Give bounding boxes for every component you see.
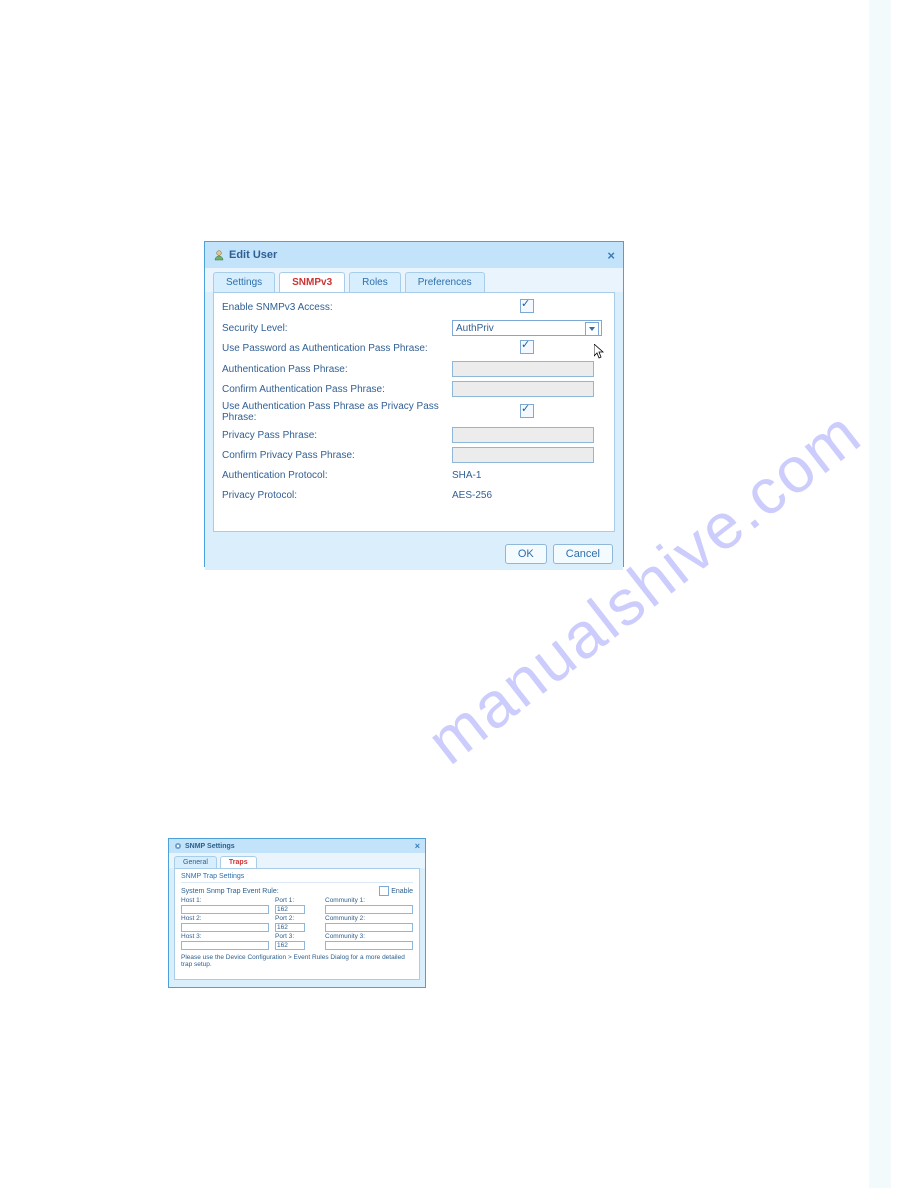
use-auth-as-privacy-label: Use Authentication Pass Phrase as Privac… — [222, 401, 452, 423]
trap-hosts-grid: Host 1: Port 1: Community 1: Host 2: Por… — [181, 897, 413, 950]
tab-snmpv3[interactable]: SNMPv3 — [279, 272, 345, 292]
close-icon[interactable]: × — [415, 841, 420, 851]
close-icon[interactable]: × — [607, 248, 615, 263]
auth-pass-phrase-input[interactable] — [452, 361, 594, 377]
auth-pass-phrase-label: Authentication Pass Phrase: — [222, 364, 452, 375]
system-trap-rule-label: System Snmp Trap Event Rule: — [181, 888, 379, 895]
tab-preferences[interactable]: Preferences — [405, 272, 485, 292]
form-panel: Enable SNMPv3 Access: Security Level: Au… — [213, 292, 615, 532]
confirm-auth-pass-phrase-label: Confirm Authentication Pass Phrase: — [222, 384, 452, 395]
community1-input[interactable] — [325, 905, 413, 914]
community2-input[interactable] — [325, 923, 413, 932]
tab-traps[interactable]: Traps — [220, 856, 257, 868]
host1-label: Host 1: — [181, 897, 269, 904]
port2-label: Port 2: — [275, 915, 319, 922]
host3-input[interactable] — [181, 941, 269, 950]
community3-label: Community 3: — [325, 933, 413, 940]
enable-label: Enable — [391, 888, 413, 895]
chevron-down-icon[interactable] — [585, 322, 599, 336]
community3-input[interactable] — [325, 941, 413, 950]
tab-settings[interactable]: Settings — [213, 272, 275, 292]
cancel-button[interactable]: Cancel — [553, 544, 613, 564]
snmp-dialog-titlebar[interactable]: SNMP Settings × — [169, 839, 425, 853]
ok-button[interactable]: OK — [505, 544, 547, 564]
security-level-select[interactable]: AuthPriv — [452, 320, 602, 336]
auth-protocol-value: SHA-1 — [452, 470, 481, 481]
security-level-label: Security Level: — [222, 323, 452, 334]
confirm-auth-pass-phrase-input[interactable] — [452, 381, 594, 397]
snmp-tab-strip: General Traps — [169, 853, 425, 868]
privacy-pass-phrase-input[interactable] — [452, 427, 594, 443]
enable-trap-checkbox[interactable] — [379, 886, 389, 896]
snmp-dialog-title: SNMP Settings — [185, 843, 235, 850]
security-level-value: AuthPriv — [456, 323, 494, 334]
page-margin — [869, 0, 891, 1188]
confirm-privacy-pass-phrase-label: Confirm Privacy Pass Phrase: — [222, 450, 452, 461]
enable-snmpv3-label: Enable SNMPv3 Access: — [222, 302, 452, 313]
trap-setup-hint: Please use the Device Configuration > Ev… — [181, 954, 413, 968]
dialog-footer: OK Cancel — [205, 538, 623, 570]
use-auth-as-privacy-checkbox[interactable] — [520, 404, 534, 418]
privacy-pass-phrase-label: Privacy Pass Phrase: — [222, 430, 452, 441]
port3-input[interactable] — [275, 941, 305, 950]
enable-snmpv3-checkbox[interactable] — [520, 299, 534, 313]
port1-input[interactable] — [275, 905, 305, 914]
privacy-protocol-label: Privacy Protocol: — [222, 490, 452, 501]
port1-label: Port 1: — [275, 897, 319, 904]
user-icon — [213, 249, 225, 261]
snmp-trap-panel-title: SNMP Trap Settings — [181, 873, 413, 883]
gear-icon — [174, 842, 182, 850]
snmp-settings-dialog: SNMP Settings × General Traps SNMP Trap … — [168, 838, 426, 988]
tab-general[interactable]: General — [174, 856, 217, 868]
tab-strip: Settings SNMPv3 Roles Preferences — [205, 268, 623, 292]
edit-user-dialog: Edit User × Settings SNMPv3 Roles Prefer… — [204, 241, 624, 567]
use-password-as-auth-label: Use Password as Authentication Pass Phra… — [222, 343, 452, 354]
host2-input[interactable] — [181, 923, 269, 932]
community1-label: Community 1: — [325, 897, 413, 904]
use-password-as-auth-checkbox[interactable] — [520, 340, 534, 354]
host2-label: Host 2: — [181, 915, 269, 922]
host1-input[interactable] — [181, 905, 269, 914]
tab-roles[interactable]: Roles — [349, 272, 401, 292]
snmp-trap-panel: SNMP Trap Settings System Snmp Trap Even… — [174, 868, 420, 980]
auth-protocol-label: Authentication Protocol: — [222, 470, 452, 481]
port3-label: Port 3: — [275, 933, 319, 940]
confirm-privacy-pass-phrase-input[interactable] — [452, 447, 594, 463]
dialog-titlebar[interactable]: Edit User × — [205, 242, 623, 268]
dialog-title: Edit User — [229, 249, 277, 261]
community2-label: Community 2: — [325, 915, 413, 922]
privacy-protocol-value: AES-256 — [452, 490, 492, 501]
port2-input[interactable] — [275, 923, 305, 932]
host3-label: Host 3: — [181, 933, 269, 940]
